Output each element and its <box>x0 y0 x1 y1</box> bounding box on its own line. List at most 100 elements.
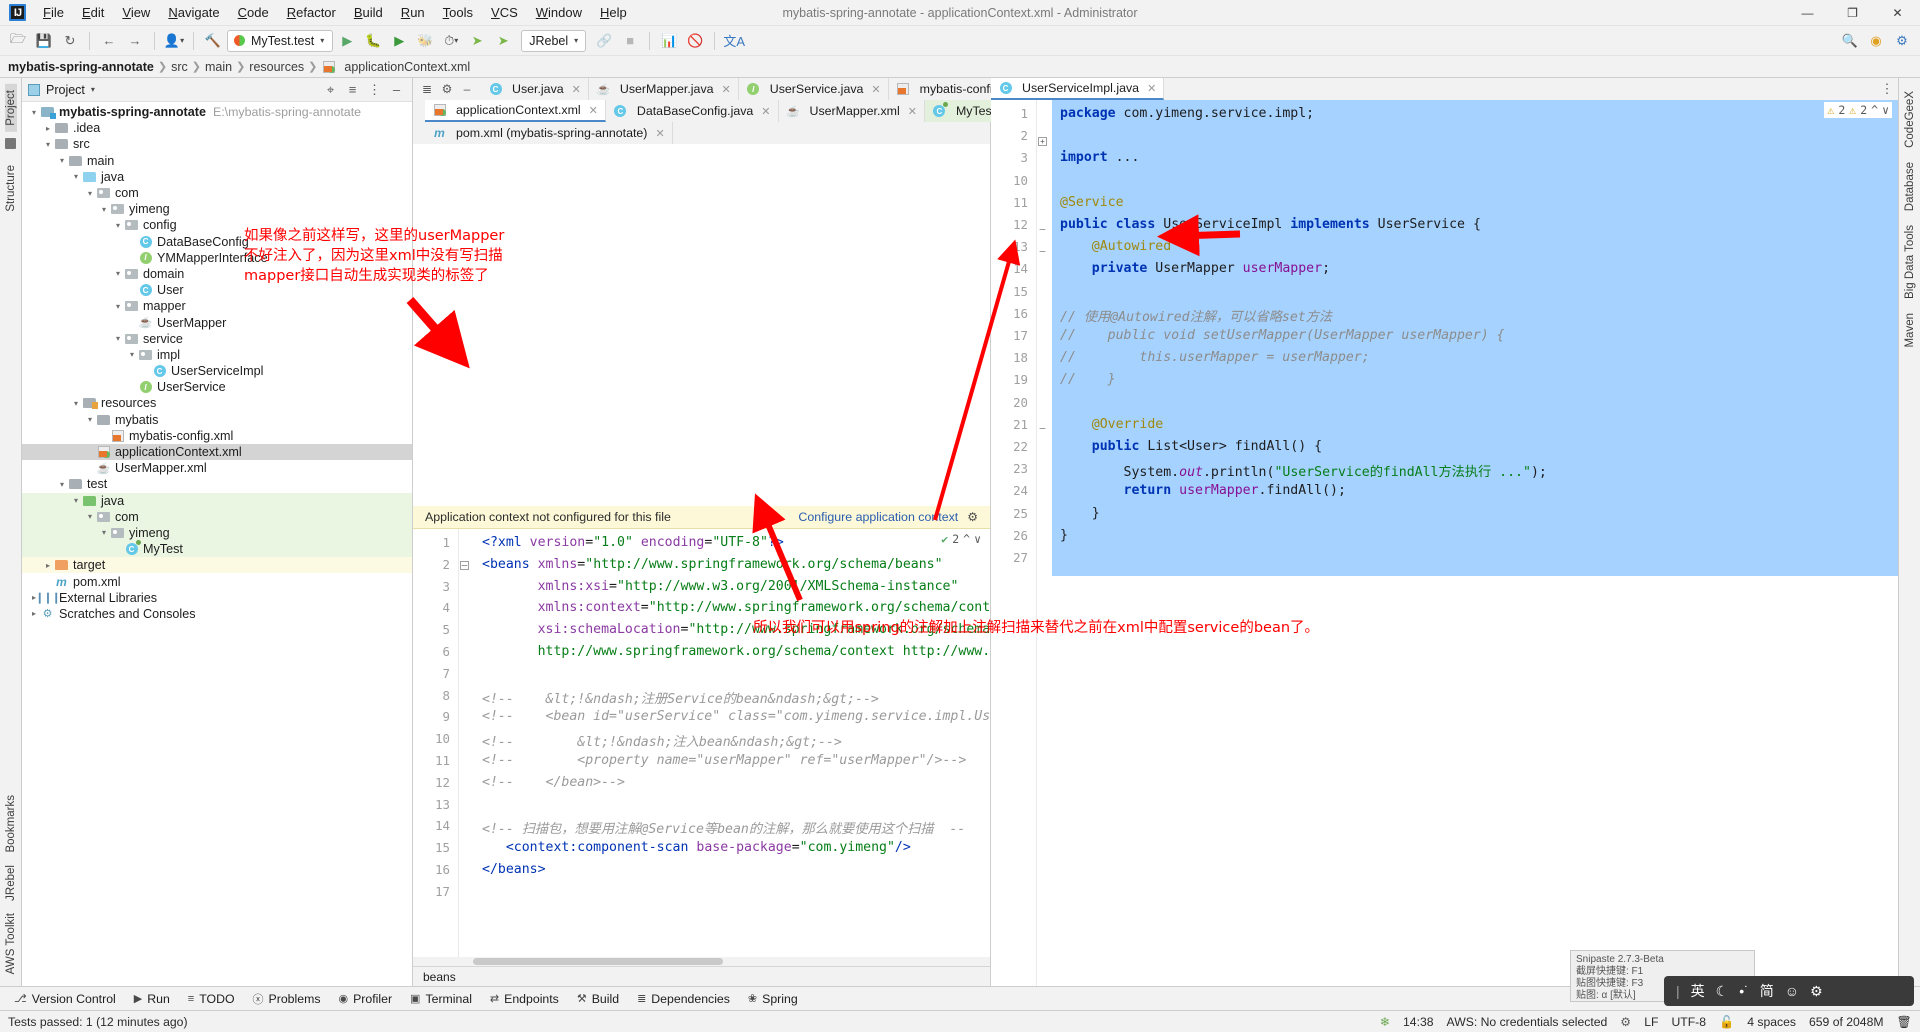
code-line[interactable]: // } <box>1060 372 1116 387</box>
chevron-down-icon[interactable]: ▾ <box>70 172 82 181</box>
breadcrumb-item-applicationcontext-xml[interactable]: applicationContext.xml <box>344 60 470 74</box>
build-hammer-icon[interactable]: 🔨 <box>201 30 225 52</box>
menu-item-navigate[interactable]: Navigate <box>159 2 228 23</box>
chevron-right-icon[interactable]: ▸ <box>42 124 54 133</box>
tool-window-todo[interactable]: ≡ TODO <box>180 990 243 1008</box>
xml-horizontal-scrollbar[interactable] <box>413 957 990 966</box>
code-line[interactable]: <!-- &lt;!&ndash;注入bean&ndash;&gt;--> <box>482 731 842 750</box>
tree-row-src[interactable]: ▾ src <box>22 136 412 152</box>
fold-marker[interactable]: ─ <box>460 561 469 570</box>
tree-row-mybatis[interactable]: ▾ mybatis <box>22 412 412 428</box>
tree-row-mybatis-config-xml[interactable]: mybatis-config.xml <box>22 428 412 444</box>
code-line[interactable]: package com.yimeng.service.impl; <box>1060 106 1314 121</box>
menu-item-refactor[interactable]: Refactor <box>278 2 345 23</box>
save-icon[interactable]: 💾 <box>32 30 56 52</box>
close-button[interactable]: ✕ <box>1875 0 1920 26</box>
run-configuration-selector[interactable]: MyTest.test ▾ <box>227 29 334 52</box>
code-line[interactable]: http://www.springframework.org/schema/co… <box>482 644 990 659</box>
code-line[interactable]: // public void setUserMapper(UserMapper … <box>1060 328 1505 343</box>
tree-row-java[interactable]: ▾ java <box>22 492 412 509</box>
fold-marker-3[interactable]: ─ <box>1038 248 1047 257</box>
java-fold-gutter[interactable]: + ─ ─ ─ <box>1037 100 1052 986</box>
code-line[interactable]: return userMapper.findAll(); <box>1060 483 1346 498</box>
menu-item-view[interactable]: View <box>113 2 159 23</box>
menu-item-help[interactable]: Help <box>591 2 636 23</box>
code-line[interactable]: </beans> <box>482 862 546 877</box>
code-line[interactable]: // this.userMapper = userMapper; <box>1060 350 1370 365</box>
code-line[interactable]: @Autowired <box>1060 239 1171 254</box>
ime-smiley-icon[interactable]: ☺ <box>1785 983 1799 999</box>
user-icon[interactable]: 👤 ▾ <box>162 30 186 52</box>
close-icon[interactable]: ✕ <box>655 127 664 140</box>
run-coverage-icon[interactable]: ▶ <box>387 30 411 52</box>
chevron-down-icon[interactable]: ▾ <box>112 269 124 278</box>
lock-icon[interactable]: 🔓 <box>1719 1015 1734 1029</box>
rail-maven[interactable]: Maven <box>1904 306 1916 355</box>
java-code-text[interactable]: ⚠ 2 ⚠ 2 ^ ∨ package com.yimeng.service.i… <box>1052 100 1898 986</box>
java-inspection-widget[interactable]: ⚠ 2 ⚠ 2 ^ ∨ <box>1824 102 1892 118</box>
chevron-down-icon[interactable]: ▾ <box>56 480 68 489</box>
chevron-down-icon[interactable]: ▾ <box>42 140 54 149</box>
tree-row-userservice[interactable]: I UserService <box>22 379 412 395</box>
scrollbar-thumb[interactable] <box>473 958 723 965</box>
ime-moon-icon[interactable]: ☾ <box>1716 983 1729 1000</box>
code-line[interactable]: <beans xmlns="http://www.springframework… <box>482 557 943 572</box>
code-line[interactable]: } <box>1060 506 1100 521</box>
rail-commit-icon[interactable] <box>5 137 16 149</box>
chevron-down-icon[interactable]: ▾ <box>84 189 96 198</box>
gear-icon[interactable]: ⚙ <box>967 510 978 524</box>
code-line[interactable]: private UserMapper userMapper; <box>1060 261 1330 276</box>
tree-row-test[interactable]: ▾ test <box>22 476 412 492</box>
code-line[interactable]: @Override <box>1060 417 1163 432</box>
rail-codegeex[interactable]: CodeGeeX <box>1904 84 1916 155</box>
git-branch-icon[interactable]: ⚙ <box>1620 1015 1631 1029</box>
java-gutter[interactable]: 1 2 3 10 11 12 13 14 15 16 17 18 19 20 21 22 23 24 25 26 27 <box>991 100 1037 986</box>
tool-window-dependencies[interactable]: ≣ Dependencies <box>629 990 738 1008</box>
tab-applicationcontext-xml[interactable]: applicationContext.xml ✕ <box>425 100 606 122</box>
close-icon[interactable]: ✕ <box>722 83 731 96</box>
prev-problem-icon[interactable]: ^ <box>1871 103 1878 117</box>
breadcrumb-root[interactable]: mybatis-spring-annotate <box>8 60 154 74</box>
code-line[interactable]: <!-- &lt;!&ndash;注册Service的bean&ndash;&g… <box>482 688 879 707</box>
code-line[interactable]: public class UserServiceImpl implements … <box>1060 217 1481 232</box>
tree-row-java[interactable]: ▾ java <box>22 169 412 185</box>
code-line[interactable]: <!-- 扫描包，想要用注解@Service等bean的注解，那么就要使用这个扫… <box>482 818 965 837</box>
open-icon[interactable]: 🗁 <box>6 30 30 52</box>
tree-row-mybatis-spring-annotate[interactable]: ▾ mybatis-spring-annotate E:\mybatis-sprin… <box>22 104 412 120</box>
tree-row-main[interactable]: ▾ main <box>22 153 412 169</box>
tool-window-terminal[interactable]: ▣ Terminal <box>402 990 480 1008</box>
rail-aws-toolkit[interactable]: AWS Toolkit <box>5 907 17 980</box>
ime-dot-icon[interactable]: •˙ <box>1739 983 1749 999</box>
code-line[interactable]: <context:component-scan base-package="co… <box>482 840 911 855</box>
xml-gutter[interactable]: 1 2 3 4 5 6 7 8 9 10 11 12 13 14 15 16 17 <box>413 529 459 957</box>
close-icon[interactable]: ✕ <box>871 83 880 96</box>
spring-status-icon[interactable]: ❄ <box>1380 1015 1390 1029</box>
stop-icon[interactable]: ■ <box>618 30 642 52</box>
status-line-separator[interactable]: LF <box>1644 1015 1658 1029</box>
tool-window-build[interactable]: ⚒ Build <box>569 990 627 1008</box>
translate-icon[interactable]: 文A <box>722 30 746 52</box>
chevron-down-icon[interactable]: ▾ <box>112 302 124 311</box>
tree-row-pom-xml[interactable]: m pom.xml <box>22 573 412 589</box>
xml-inspection-widget[interactable]: ✔ 2 ^ ∨ <box>938 531 984 547</box>
code-line[interactable]: <?xml version="1.0" encoding="UTF-8"?> <box>482 535 784 550</box>
breadcrumb-item-main[interactable]: main <box>205 60 232 74</box>
collapse-all-icon[interactable]: ≡ <box>343 80 362 99</box>
tree-row-userserviceimpl[interactable]: C UserServiceImpl <box>22 363 412 379</box>
no-entry-icon[interactable]: 🚫 <box>683 30 707 52</box>
run-icon[interactable]: ▶ <box>335 30 359 52</box>
tab-userserviceimpl-java[interactable]: C UserServiceImpl.java ✕ <box>991 78 1165 100</box>
rail-structure[interactable]: Structure <box>5 159 17 218</box>
chevron-right-icon[interactable]: ▸ <box>28 609 40 618</box>
rail-jrebel[interactable]: JRebel <box>5 859 17 907</box>
tree-row-usermapper-xml[interactable]: ☕ UserMapper.xml <box>22 460 412 476</box>
trash-icon[interactable]: 🗑 <box>1897 1015 1912 1029</box>
fold-marker-4[interactable]: ─ <box>1038 425 1047 434</box>
fold-marker-2[interactable]: ─ <box>1038 226 1047 235</box>
ime-language[interactable]: 英 <box>1691 981 1705 1001</box>
chevron-down-icon[interactable]: ▾ <box>56 156 68 165</box>
code-line[interactable]: @Service <box>1060 195 1124 210</box>
collapse-icon[interactable]: ≣ <box>418 80 436 98</box>
minimize-button[interactable]: — <box>1785 0 1830 26</box>
next-problem-icon[interactable]: ∨ <box>974 532 981 546</box>
